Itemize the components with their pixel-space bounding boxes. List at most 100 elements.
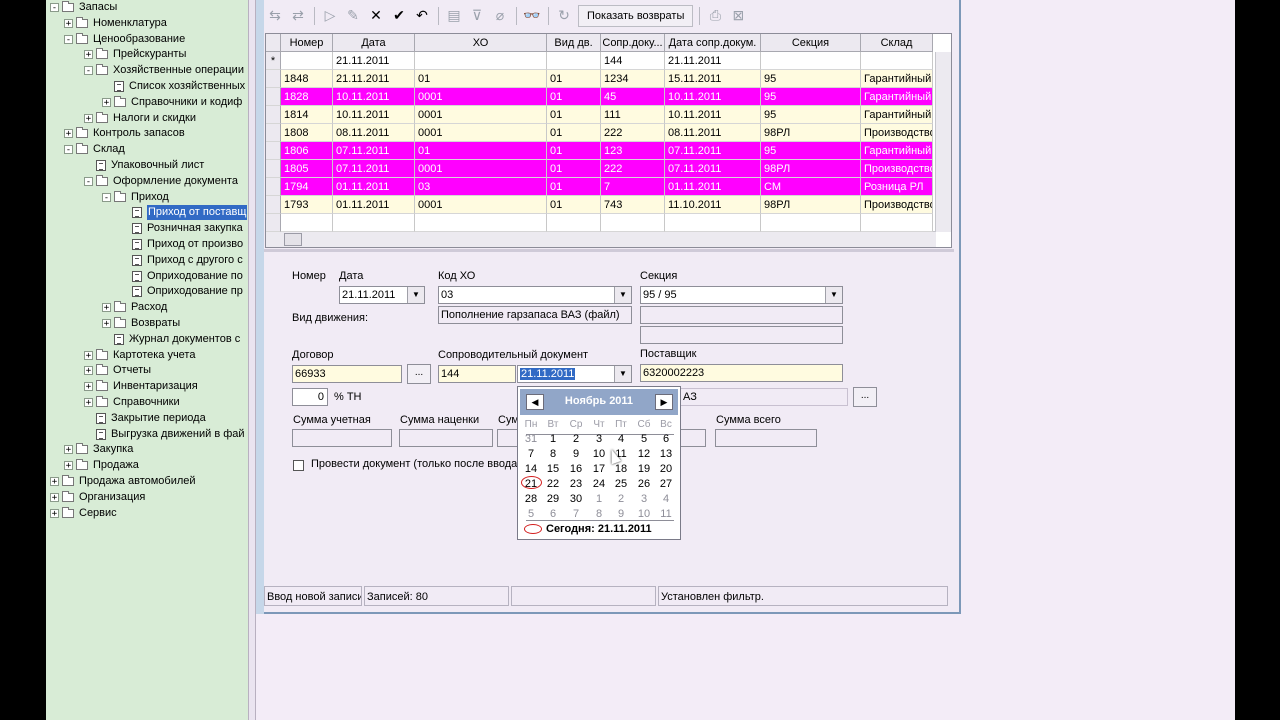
column-header[interactable]: Склад [861, 34, 933, 52]
column-header[interactable]: ХО [415, 34, 547, 52]
calendar-day[interactable]: 28 [520, 493, 542, 505]
chevron-down-icon[interactable]: ▼ [825, 287, 842, 303]
tree-item[interactable]: Закрытие периода [84, 411, 206, 426]
sekciya-field[interactable]: 95 / 95 ▼ [640, 286, 843, 304]
tree-item[interactable]: Список хозяйственных [102, 79, 245, 94]
table-cell[interactable]: 03 [415, 178, 547, 196]
tree-item[interactable]: + Инвентаризация [84, 379, 198, 394]
table-cell[interactable]: 95 [761, 70, 861, 88]
table-cell[interactable]: 01 [547, 70, 601, 88]
table-cell[interactable]: 21.11.2011 [665, 52, 761, 70]
column-header[interactable]: Секция [761, 34, 861, 52]
tree-item[interactable]: + Справочники и кодиф [102, 95, 242, 110]
tree-item[interactable]: + Налоги и скидки [84, 111, 196, 126]
calendar-day[interactable]: 17 [588, 463, 610, 475]
table-cell[interactable]: 07.11.2011 [333, 160, 415, 178]
column-header[interactable]: Номер [281, 34, 333, 52]
table-cell[interactable] [665, 214, 761, 232]
table-cell[interactable] [333, 214, 415, 232]
table-cell[interactable]: 1794 [281, 178, 333, 196]
collapse-icon[interactable]: - [84, 176, 93, 186]
calendar-day[interactable]: 3 [588, 433, 610, 445]
table-cell[interactable]: 1234 [601, 70, 665, 88]
table-cell[interactable]: 0001 [415, 106, 547, 124]
calendar-day[interactable]: 14 [520, 463, 542, 475]
chevron-down-icon[interactable]: ▼ [407, 287, 424, 303]
table-cell[interactable]: 11.10.2011 [665, 196, 761, 214]
tree-item[interactable]: - Ценообразование [64, 32, 185, 47]
filter-icon[interactable]: ▤ [443, 5, 465, 27]
calendar-day[interactable]: 16 [565, 463, 587, 475]
table-cell[interactable] [415, 52, 547, 70]
table-cell[interactable]: 1814 [281, 106, 333, 124]
tree-item[interactable]: + Прейскуранты [84, 47, 186, 62]
panel-splitter[interactable] [248, 0, 256, 720]
table-cell[interactable]: 95 [761, 142, 861, 160]
table-cell[interactable]: 7 [601, 178, 665, 196]
row-marker[interactable] [266, 196, 281, 214]
undo-icon[interactable]: ↶ [411, 5, 433, 27]
today-button[interactable]: Сегодня: 21.11.2011 [524, 523, 652, 535]
table-cell[interactable]: 95 [761, 88, 861, 106]
table-row[interactable]: 1808 08.11.2011 0001 01 222 08.11.2011 98РЛ Про… [266, 124, 936, 142]
table-cell[interactable]: Гарантийный [861, 70, 933, 88]
date-field[interactable]: 21.11.2011 ▼ [339, 286, 425, 304]
postavshik-field[interactable]: 6320002223 [640, 364, 843, 382]
collapse-icon[interactable]: - [50, 3, 59, 13]
table-cell[interactable]: 222 [601, 160, 665, 178]
table-cell[interactable]: 08.11.2011 [333, 124, 415, 142]
table-cell[interactable]: 0001 [415, 88, 547, 106]
dogovor-lookup-button[interactable]: ... [407, 364, 431, 384]
back-icon[interactable]: ⇆ [264, 5, 286, 27]
table-cell[interactable]: 01 [547, 142, 601, 160]
table-cell[interactable]: Гарантийный [861, 142, 933, 160]
expand-icon[interactable]: + [84, 382, 93, 392]
table-cell[interactable] [281, 52, 333, 70]
calendar-day[interactable]: 1 [588, 493, 610, 505]
tree-item[interactable]: + Возвраты [102, 316, 180, 331]
table-cell[interactable]: Производство [861, 160, 933, 178]
table-row[interactable] [266, 214, 936, 232]
table-cell[interactable] [415, 214, 547, 232]
tree-item[interactable]: + Продажа автомобилей [50, 474, 196, 489]
table-cell[interactable]: СМ [761, 178, 861, 196]
expand-icon[interactable]: + [64, 445, 73, 455]
table-cell[interactable]: 1848 [281, 70, 333, 88]
row-marker[interactable] [266, 214, 281, 232]
grid-horizontal-scrollbar[interactable] [266, 231, 936, 247]
expand-icon[interactable]: + [102, 319, 111, 329]
table-cell[interactable]: 07.11.2011 [665, 142, 761, 160]
expand-icon[interactable]: + [84, 113, 93, 123]
binoculars-icon[interactable]: 👓 [521, 5, 543, 27]
tree-item[interactable]: Приход от поставщ [120, 205, 248, 221]
calendar-day[interactable]: 7 [520, 448, 542, 460]
tree-item[interactable]: - Приход [102, 190, 169, 205]
next-month-icon[interactable]: ▶ [655, 394, 673, 410]
calendar-day[interactable]: 30 [565, 493, 587, 505]
table-cell[interactable]: 1808 [281, 124, 333, 142]
table-cell[interactable]: 01.11.2011 [333, 196, 415, 214]
tree-item[interactable]: + Сервис [50, 506, 117, 521]
table-cell[interactable]: Производство [861, 196, 933, 214]
expand-icon[interactable]: + [84, 50, 93, 60]
row-marker[interactable] [266, 160, 281, 178]
calendar-day[interactable]: 26 [633, 478, 655, 490]
tree-item[interactable]: Журнал документов с [102, 332, 240, 347]
expand-icon[interactable]: + [102, 303, 111, 313]
expand-icon[interactable]: + [50, 477, 59, 487]
collapse-icon[interactable]: - [102, 192, 111, 202]
calendar-day[interactable]: 29 [542, 493, 564, 505]
calendar-day[interactable]: 27 [655, 478, 677, 490]
table-cell[interactable]: 222 [601, 124, 665, 142]
collapse-icon[interactable]: - [64, 145, 73, 155]
row-marker[interactable] [266, 178, 281, 196]
calendar-day[interactable]: 24 [588, 478, 610, 490]
expand-icon[interactable]: + [84, 398, 93, 408]
calendar-day[interactable]: 8 [588, 508, 610, 520]
table-cell[interactable]: 0001 [415, 196, 547, 214]
tree-item[interactable]: + Продажа [64, 458, 139, 473]
tree-item[interactable]: + Закупка [64, 442, 133, 457]
tree-item[interactable]: + Организация [50, 490, 145, 505]
calendar-popup[interactable]: ◀ Ноябрь 2011 ▶ Сегодня: 21.11.2011 Пн Вт… [517, 386, 681, 540]
calendar-day[interactable]: 21 [520, 478, 542, 490]
